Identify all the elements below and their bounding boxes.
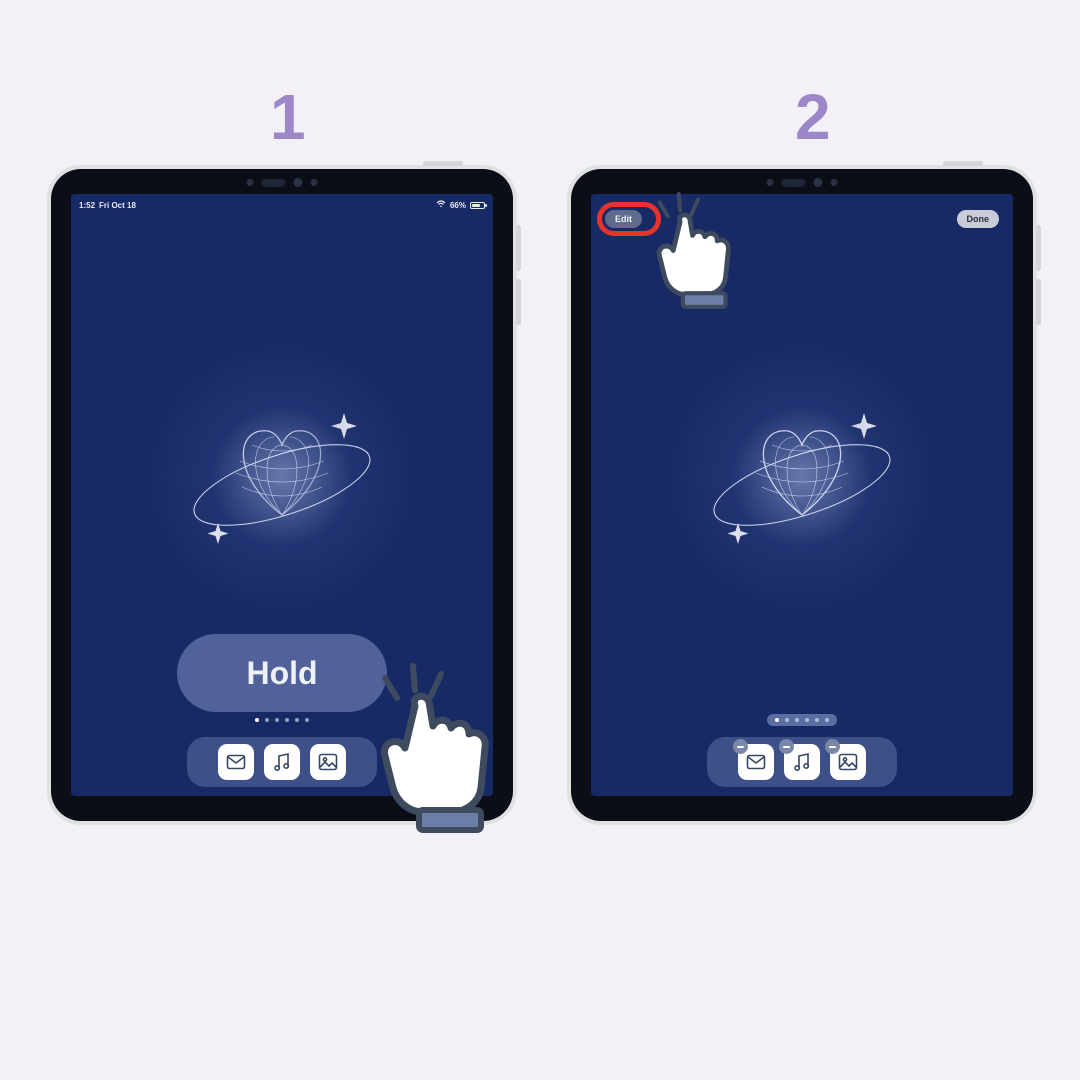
remove-badge-icon[interactable] [825,739,840,754]
dock-app-mail[interactable] [218,744,254,780]
hold-label: Hold [246,655,317,692]
dock-app-mail[interactable] [738,744,774,780]
wallpaper-heart-graphic [172,367,392,587]
remove-badge-icon[interactable] [733,739,748,754]
done-button-label: Done [967,214,990,224]
dock-app-music[interactable] [264,744,300,780]
page-indicator[interactable] [247,714,317,726]
battery-icon [470,202,485,209]
edit-button[interactable]: Edit [605,210,642,228]
page-dot [305,718,309,722]
ipad-bezel: 1:52 Fri Oct 18 66% [51,169,513,821]
remove-badge-icon[interactable] [779,739,794,754]
camera-dot [814,178,823,187]
page-dot [295,718,299,722]
page-dot [265,718,269,722]
hold-instruction-pill: Hold [177,634,387,712]
page-dot [275,718,279,722]
camera-cluster [767,178,838,187]
camera-cluster [247,178,318,187]
side-volume-button [1036,279,1041,325]
music-icon [264,744,300,780]
page-dot [795,718,799,722]
mail-icon [218,744,254,780]
battery-pct: 66% [450,201,466,210]
dock [187,737,377,787]
step-number-1: 1 [270,80,306,154]
page-dot [785,718,789,722]
status-date: Fri Oct 18 [99,201,136,210]
speaker-pill [782,179,806,187]
sensor-dot [767,179,774,186]
page-dot [815,718,819,722]
page-dot [805,718,809,722]
page-dot [255,718,259,722]
sensor-dot [247,179,254,186]
side-volume-button [516,279,521,325]
sensor-dot [311,179,318,186]
wallpaper-heart-graphic [692,367,912,587]
ipad-bezel: Edit Done [571,169,1033,821]
wifi-icon [436,200,446,210]
sensor-dot [831,179,838,186]
photos-icon [310,744,346,780]
ipad-step-1: 1:52 Fri Oct 18 66% [47,165,517,825]
dock-app-photos[interactable] [310,744,346,780]
dock-app-photos[interactable] [830,744,866,780]
step-number-2: 2 [795,80,831,154]
dock-app-music[interactable] [784,744,820,780]
speaker-pill [262,179,286,187]
status-time: 1:52 [79,201,95,210]
page-dot [775,718,779,722]
ipad-step-2: Edit Done [567,165,1037,825]
dock [707,737,897,787]
ipad-screen[interactable]: Edit Done [591,194,1013,796]
page-indicator[interactable] [767,714,837,726]
done-button[interactable]: Done [957,210,1000,228]
status-bar: 1:52 Fri Oct 18 66% [79,200,485,210]
page-dot [825,718,829,722]
ipad-screen[interactable]: 1:52 Fri Oct 18 66% [71,194,493,796]
page-dot [285,718,289,722]
camera-dot [294,178,303,187]
edit-button-label: Edit [615,214,632,224]
